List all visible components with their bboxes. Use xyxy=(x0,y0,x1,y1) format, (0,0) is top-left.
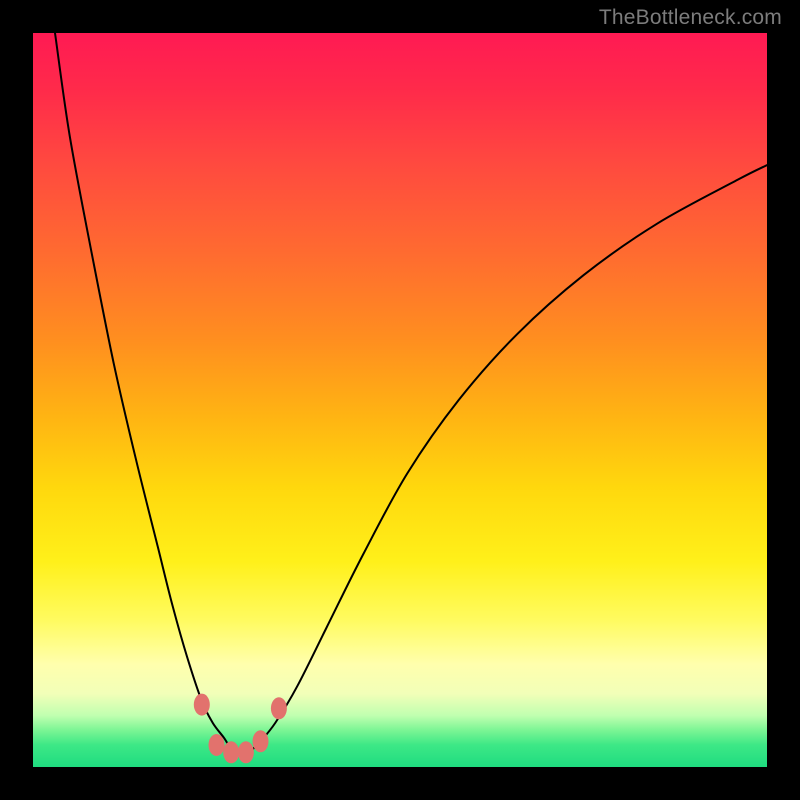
dot-right-upper xyxy=(271,697,287,719)
dot-right-mid xyxy=(253,730,269,752)
dot-left-mid xyxy=(209,734,225,756)
chart-svg xyxy=(33,33,767,767)
chart-markers xyxy=(194,694,287,764)
bottleneck-curve xyxy=(55,33,767,753)
chart-frame: TheBottleneck.com xyxy=(0,0,800,800)
dot-bottom-1 xyxy=(223,741,239,763)
dot-left-upper xyxy=(194,694,210,716)
dot-bottom-2 xyxy=(238,741,254,763)
watermark-text: TheBottleneck.com xyxy=(599,6,782,30)
chart-plot-area xyxy=(33,33,767,767)
